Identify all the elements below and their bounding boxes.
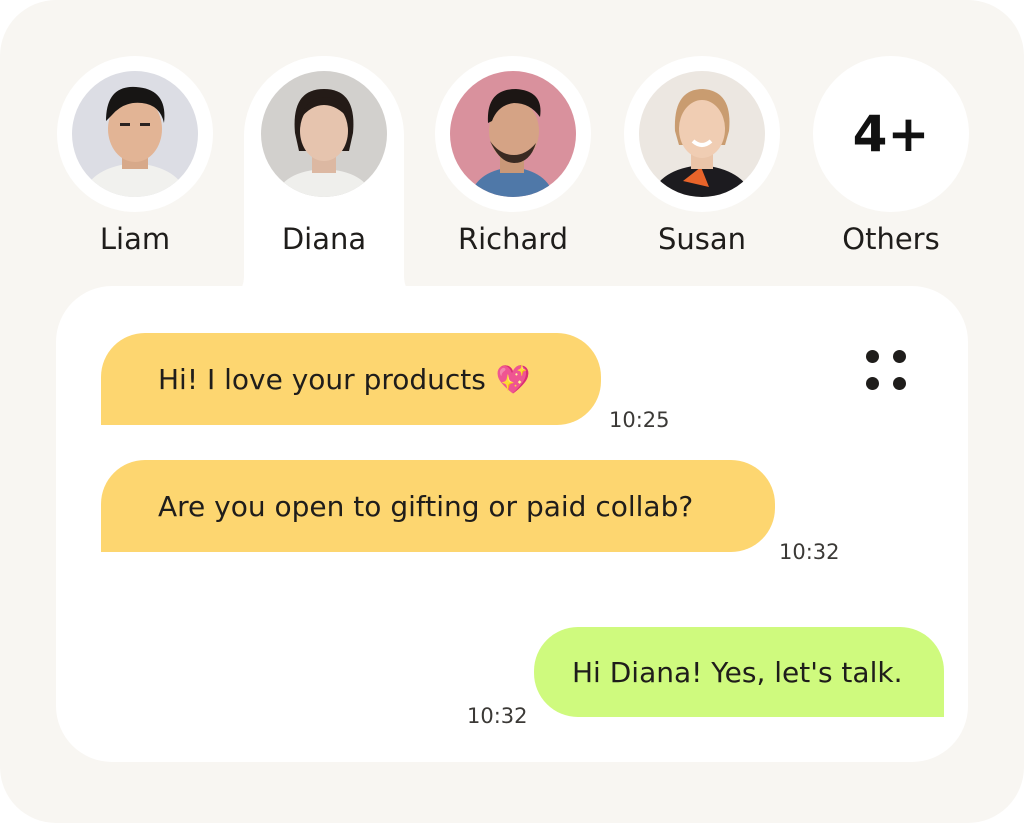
message-time: 10:25 <box>609 408 670 432</box>
avatar-diana <box>261 71 387 197</box>
avatar-ring <box>246 56 402 212</box>
avatar-richard <box>450 71 576 197</box>
message-text: Hi Diana! Yes, let's talk. <box>572 655 903 689</box>
chat-widget: Liam Diana Richard Susan 4+ Others Hi! I… <box>0 0 1024 823</box>
contact-diana[interactable]: Diana <box>214 56 434 306</box>
message-text: Are you open to gifting or paid collab? <box>158 489 694 523</box>
chat-panel: Hi! I love your products 💖 10:25 Are you… <box>56 286 968 762</box>
message-time: 10:32 <box>467 704 528 728</box>
others-count: 4+ <box>852 105 930 163</box>
heart-emoji-icon: 💖 <box>495 362 531 396</box>
avatar-susan <box>639 71 765 197</box>
menu-dots-icon[interactable] <box>864 348 908 392</box>
message-text: Hi! I love your products <box>158 362 486 396</box>
message-bubble-incoming[interactable]: Hi! I love your products 💖 <box>101 333 601 425</box>
contact-name: Diana <box>281 222 367 256</box>
contact-name: Liam <box>99 222 171 256</box>
contact-strip: Liam Diana Richard Susan 4+ Others <box>0 0 1024 306</box>
avatar-ring <box>624 56 780 212</box>
others-count-circle: 4+ <box>813 56 969 212</box>
contact-susan[interactable]: Susan <box>622 56 782 276</box>
message-bubble-incoming[interactable]: Are you open to gifting or paid collab? <box>101 460 775 552</box>
contact-name: Susan <box>657 222 747 256</box>
avatar-ring <box>435 56 591 212</box>
contact-richard[interactable]: Richard <box>433 56 593 276</box>
message-time: 10:32 <box>779 540 840 564</box>
contact-name: Richard <box>457 222 569 256</box>
contact-others[interactable]: 4+ Others <box>811 56 971 276</box>
contact-name: Others <box>842 222 940 256</box>
avatar-ring <box>57 56 213 212</box>
contact-liam[interactable]: Liam <box>55 56 215 276</box>
avatar-liam <box>72 71 198 197</box>
message-bubble-outgoing[interactable]: Hi Diana! Yes, let's talk. <box>534 627 944 717</box>
